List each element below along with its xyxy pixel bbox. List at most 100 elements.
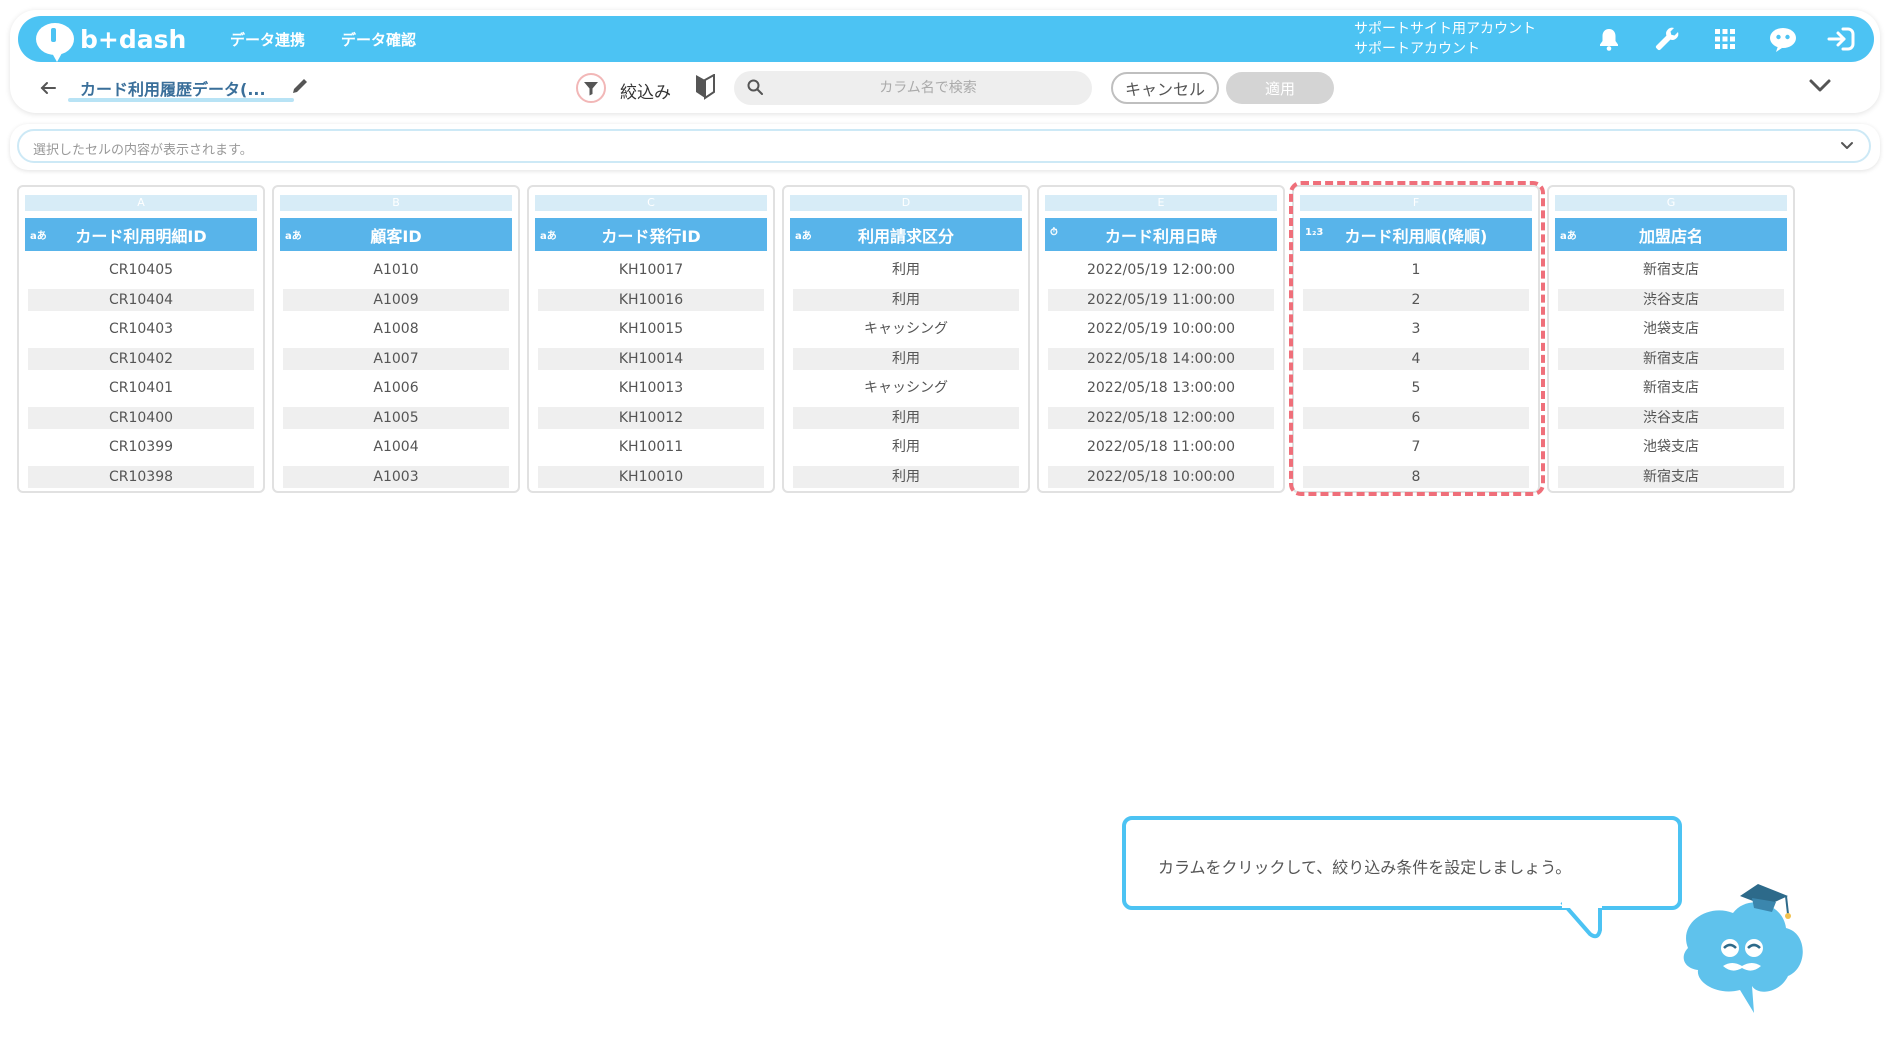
table-cell[interactable]: 2022/05/18 10:00:00 xyxy=(1048,465,1274,488)
table-cell[interactable]: 利用 xyxy=(793,259,1019,281)
table-cell[interactable]: 渋谷支店 xyxy=(1558,406,1784,429)
table-cell[interactable]: 2022/05/19 11:00:00 xyxy=(1048,288,1274,311)
table-column[interactable]: E ⏱ カード利用日時 2022/05/19 12:00:00 2022/05/19 1… xyxy=(1037,185,1285,493)
logo[interactable]: b+dash xyxy=(36,23,194,62)
table-column[interactable]: Gaあ 加盟店名 新宿支店 渋谷支店 池袋支店 新宿支店 新宿支店 渋谷支店 池袋支店 新宿支店 xyxy=(1547,185,1795,493)
chat-robot-icon[interactable] xyxy=(1768,24,1798,54)
chevron-down-icon[interactable] xyxy=(1806,76,1836,100)
account-info[interactable]: サポートサイト用アカウント サポートアカウント xyxy=(1354,19,1536,59)
column-header-label: カード利用日時 xyxy=(1104,226,1217,246)
table-cell[interactable]: 利用 xyxy=(793,288,1019,311)
table-cell[interactable]: 利用 xyxy=(793,406,1019,429)
nav-data-integration[interactable]: データ連携 xyxy=(230,29,305,50)
table-cell[interactable]: 利用 xyxy=(793,465,1019,488)
table-cell[interactable]: 新宿支店 xyxy=(1558,347,1784,370)
table-column[interactable]: Baあ 顧客ID A1010 A1009 A1008 A1007 A1006 A1005 A10… xyxy=(272,185,520,493)
table-cell[interactable]: 新宿支店 xyxy=(1558,377,1784,399)
table-cell[interactable]: 2022/05/19 12:00:00 xyxy=(1048,259,1274,281)
table-cell[interactable]: CR10403 xyxy=(28,318,254,340)
table-cell[interactable]: 2022/05/18 11:00:00 xyxy=(1048,436,1274,458)
table-column[interactable]: Aaあ カード利用明細ID CR10405 CR10404 CR10403 CR10402… xyxy=(17,185,265,493)
table-cell[interactable]: A1006 xyxy=(283,377,509,399)
table-cell[interactable]: 6 xyxy=(1303,406,1529,429)
logout-icon[interactable] xyxy=(1826,24,1856,54)
table-cell[interactable]: キャッシング xyxy=(793,318,1019,340)
table-cell[interactable]: KH10010 xyxy=(538,465,764,488)
table-cell[interactable]: 新宿支店 xyxy=(1558,259,1784,281)
table-cell[interactable]: 5 xyxy=(1303,377,1529,399)
table-cell[interactable]: A1007 xyxy=(283,347,509,370)
table-cell[interactable]: 渋谷支店 xyxy=(1558,288,1784,311)
table-cell[interactable]: CR10401 xyxy=(28,377,254,399)
column-type-icon: ⏱ xyxy=(1050,227,1058,238)
column-type-icon: aあ xyxy=(1560,231,1577,242)
table-cell[interactable]: KH10012 xyxy=(538,406,764,429)
column-header[interactable]: aあ カード利用明細ID xyxy=(25,218,257,251)
table-cell[interactable]: KH10017 xyxy=(538,259,764,281)
table-cell[interactable]: 2 xyxy=(1303,288,1529,311)
table-cell[interactable]: 利用 xyxy=(793,347,1019,370)
filter-button[interactable] xyxy=(576,73,606,103)
table-cell[interactable]: キャッシング xyxy=(793,377,1019,399)
back-arrow-icon[interactable] xyxy=(36,76,60,100)
column-letter: G xyxy=(1555,195,1787,211)
table-column[interactable]: Daあ 利用請求区分 利用 利用 キャッシング 利用 キャッシング 利用 利用 利用 xyxy=(782,185,1030,493)
table-cell[interactable]: 2022/05/18 14:00:00 xyxy=(1048,347,1274,370)
table-cell[interactable]: 池袋支店 xyxy=(1558,318,1784,340)
table-cell[interactable]: A1010 xyxy=(283,259,509,281)
table-cell[interactable]: CR10398 xyxy=(28,465,254,488)
table-cell[interactable]: 新宿支店 xyxy=(1558,465,1784,488)
cell-content-field[interactable]: 選択したセルの内容が表示されます。 xyxy=(17,129,1871,163)
chevron-down-icon[interactable] xyxy=(1839,139,1855,153)
table-cell[interactable]: 3 xyxy=(1303,318,1529,340)
table-cell[interactable]: 利用 xyxy=(793,436,1019,458)
table-cell[interactable]: 2022/05/18 12:00:00 xyxy=(1048,406,1274,429)
table-cell[interactable]: CR10399 xyxy=(28,436,254,458)
column-header-label: 顧客ID xyxy=(370,226,422,246)
beginner-mark-icon[interactable] xyxy=(694,73,718,100)
cell-content-placeholder: 選択したセルの内容が表示されます。 xyxy=(33,143,253,158)
table-cell[interactable]: CR10404 xyxy=(28,288,254,311)
column-header[interactable]: aあ 加盟店名 xyxy=(1555,218,1787,251)
apps-grid-icon[interactable] xyxy=(1710,24,1740,54)
table-cell[interactable]: A1004 xyxy=(283,436,509,458)
table-cell[interactable]: KH10013 xyxy=(538,377,764,399)
table-cell[interactable]: CR10400 xyxy=(28,406,254,429)
guide-speech-bubble: カラムをクリックして、絞り込み条件を設定しましょう。 xyxy=(1122,816,1682,910)
table-cell[interactable]: 池袋支店 xyxy=(1558,436,1784,458)
table-cell[interactable]: KH10011 xyxy=(538,436,764,458)
column-letter: D xyxy=(790,195,1022,211)
table-cell[interactable]: A1009 xyxy=(283,288,509,311)
cancel-button[interactable]: キャンセル xyxy=(1111,72,1219,104)
table-cell[interactable]: 2022/05/18 13:00:00 xyxy=(1048,377,1274,399)
table-cell[interactable]: KH10015 xyxy=(538,318,764,340)
table-cell[interactable]: 7 xyxy=(1303,436,1529,458)
table-cell[interactable]: 1 xyxy=(1303,259,1529,281)
table-cell[interactable]: CR10402 xyxy=(28,347,254,370)
column-header[interactable]: aあ 利用請求区分 xyxy=(790,218,1022,251)
column-header[interactable]: 1₂3 カード利用順(降順) xyxy=(1300,218,1532,251)
table-cell[interactable]: 4 xyxy=(1303,347,1529,370)
column-header[interactable]: ⏱ カード利用日時 xyxy=(1045,218,1277,251)
table-cell[interactable]: A1008 xyxy=(283,318,509,340)
logo-bubble-icon xyxy=(36,23,74,62)
mascot-character-icon[interactable] xyxy=(1668,878,1818,1028)
nav-data-check[interactable]: データ確認 xyxy=(341,29,416,50)
table-cell[interactable]: KH10014 xyxy=(538,347,764,370)
table-cell[interactable]: A1005 xyxy=(283,406,509,429)
wrench-icon[interactable] xyxy=(1652,24,1682,54)
apply-button[interactable]: 適用 xyxy=(1226,72,1334,104)
column-header[interactable]: aあ カード発行ID xyxy=(535,218,767,251)
table-cell[interactable]: 8 xyxy=(1303,465,1529,488)
bell-icon[interactable] xyxy=(1594,24,1624,54)
table-cell[interactable]: A1003 xyxy=(283,465,509,488)
table-column[interactable]: Caあ カード発行ID KH10017 KH10016 KH10015 KH10014 KH… xyxy=(527,185,775,493)
table-cell[interactable]: KH10016 xyxy=(538,288,764,311)
column-search-input[interactable] xyxy=(778,71,1078,105)
table-cell[interactable]: CR10405 xyxy=(28,259,254,281)
pencil-icon[interactable] xyxy=(290,76,312,98)
data-title[interactable]: カード利用履歴データ(... xyxy=(80,76,266,100)
column-header[interactable]: aあ 顧客ID xyxy=(280,218,512,251)
table-cell[interactable]: 2022/05/19 10:00:00 xyxy=(1048,318,1274,340)
table-column[interactable]: F 1₂3 カード利用順(降順) 1 2 3 4 5 6 7 8 xyxy=(1292,185,1540,493)
